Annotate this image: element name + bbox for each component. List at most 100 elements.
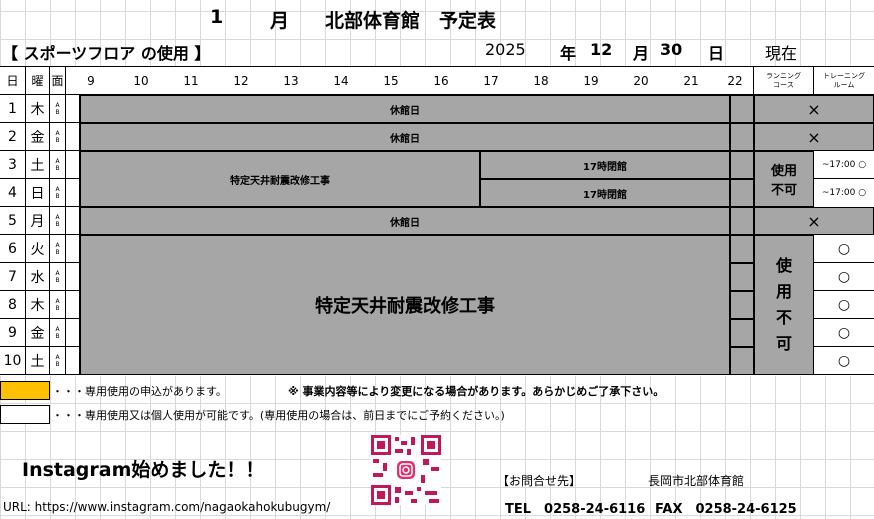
hour-label: 22 (727, 74, 743, 88)
hour-label: 19 (583, 74, 599, 88)
training-available-mark: ○ (814, 319, 874, 347)
close-17-day-3: 17時閉館 (480, 151, 730, 179)
training-until-17-day-4: ~17:00 ○ (821, 188, 867, 198)
row-day: 7 (0, 263, 26, 291)
col-header-training: トレーニング ルーム (814, 67, 874, 95)
year: 2025 (485, 40, 526, 59)
hour-label: 13 (283, 74, 299, 88)
row-weekday: 日 (26, 179, 50, 207)
row-weekday: 木 (26, 95, 50, 123)
contact-fax: FAX 0258-24-6125 (655, 502, 797, 517)
instagram-url[interactable]: URL: https://www.instagram.com/nagaokaho… (3, 500, 330, 514)
hour-label: 17 (483, 74, 499, 88)
row-day: 4 (0, 179, 26, 207)
training-available-mark: ○ (814, 347, 874, 375)
hour-label: 14 (333, 74, 349, 88)
row-day: 10 (0, 347, 26, 375)
row-weekday: 金 (26, 319, 50, 347)
col-header-weekday: 曜 (26, 67, 50, 95)
row-court-ab: A B (50, 95, 66, 123)
row-spacer (66, 151, 80, 179)
row-spacer (66, 95, 80, 123)
row-day: 9 (0, 319, 26, 347)
as-of-month: 12 (590, 40, 613, 59)
hour-label: 20 (633, 74, 649, 88)
qr-code-icon (371, 435, 441, 505)
col-header-running: ランニング コース (754, 67, 814, 95)
row-weekday: 土 (26, 151, 50, 179)
row-day: 3 (0, 151, 26, 179)
row-tail (730, 291, 754, 319)
contact-name: 長岡市北部体育館 (648, 474, 745, 488)
row-court-ab: A B (50, 291, 66, 319)
row-spacer (66, 123, 80, 151)
hour-label: 16 (433, 74, 449, 88)
as-of-month-unit: 月 (633, 44, 650, 63)
row-day: 8 (0, 291, 26, 319)
running-unavailable-large: 使 用 不 可 (754, 235, 814, 375)
schedule-table: 日 曜 面 9 10 11 12 13 14 15 16 17 18 19 20 21 22 ランニング … (0, 66, 874, 376)
closed-day-1: 休館日 (80, 95, 730, 123)
page-title: 北部体育館 予定表 (325, 10, 497, 32)
as-of-label: 現在 (765, 44, 798, 63)
closed-running-2: × (754, 123, 874, 151)
hour-label: 18 (533, 74, 549, 88)
legend-open-swatch (0, 405, 50, 424)
training-until-17-day-3: ~17:00 ○ (814, 151, 874, 179)
training-available-mark: ○ (814, 263, 874, 291)
row-day: 6 (0, 235, 26, 263)
row-weekday: 火 (26, 235, 50, 263)
row-weekday: 木 (26, 291, 50, 319)
row-court-ab: A B (50, 347, 66, 375)
row-weekday: 月 (26, 207, 50, 235)
row-court-ab: A B (50, 179, 66, 207)
notice-text: ※ 事業内容等により変更になる場合があります。あらかじめご了承下さい。 (288, 385, 665, 398)
instagram-qr-code[interactable] (371, 435, 441, 505)
hour-label: 15 (383, 74, 399, 88)
construction-block-small: 特定天井耐震改修工事 (80, 151, 480, 207)
row-spacer (66, 263, 80, 291)
row-spacer (66, 291, 80, 319)
legend-reserved-swatch (0, 381, 50, 400)
row-day: 2 (0, 123, 26, 151)
row-tail (730, 263, 754, 291)
instagram-heading: Instagram始めました！！ (22, 459, 265, 481)
closed-tail-1 (730, 95, 754, 123)
facility-label: 【 スポーツフロア の使用 】 (2, 44, 211, 63)
row-spacer (66, 179, 80, 207)
row-tail (730, 347, 754, 375)
close-17-day-4: 17時閉館 (480, 179, 730, 207)
legend-reserved-text: ・・・専用使用の申込があります。 (52, 385, 227, 398)
row-court-ab: A B (50, 319, 66, 347)
hour-label: 10 (133, 74, 149, 88)
row-court-ab: A B (50, 123, 66, 151)
month-number: 1 (210, 6, 224, 28)
hour-label: 21 (683, 74, 699, 88)
as-of-day-unit: 日 (708, 44, 725, 63)
row-spacer (66, 207, 80, 235)
row-court-ab: A B (50, 235, 66, 263)
hour-header: 9 10 11 12 13 14 15 16 17 18 19 20 21 22 (66, 67, 754, 95)
construction-block-large: 特定天井耐震改修工事 (80, 235, 730, 375)
contact-tel: TEL 0258-24-6116 (505, 502, 646, 517)
contact-label: 【お問合せ先】 (497, 474, 582, 488)
tail-4 (730, 179, 754, 207)
row-court-ab: A B (50, 207, 66, 235)
row-weekday: 金 (26, 123, 50, 151)
closed-running-5: × (754, 207, 874, 235)
closed-day-5: 休館日 (80, 207, 730, 235)
row-spacer (66, 319, 80, 347)
closed-tail-5 (730, 207, 754, 235)
row-tail (730, 235, 754, 263)
closed-mark-5: × (807, 211, 821, 231)
tail-3 (730, 151, 754, 179)
training-available-mark: ○ (814, 291, 874, 319)
row-court-ab: A B (50, 263, 66, 291)
row-tail (730, 319, 754, 347)
row-court-ab: A B (50, 151, 66, 179)
legend-open-text: ・・・専用使用又は個人使用が可能です。(専用使用の場合は、前日までにご予約くださ… (52, 409, 505, 422)
month-unit: 月 (270, 10, 290, 32)
closed-day-2: 休館日 (80, 123, 730, 151)
col-header-court: 面 (50, 67, 66, 95)
closed-mark-1: × (807, 99, 821, 119)
